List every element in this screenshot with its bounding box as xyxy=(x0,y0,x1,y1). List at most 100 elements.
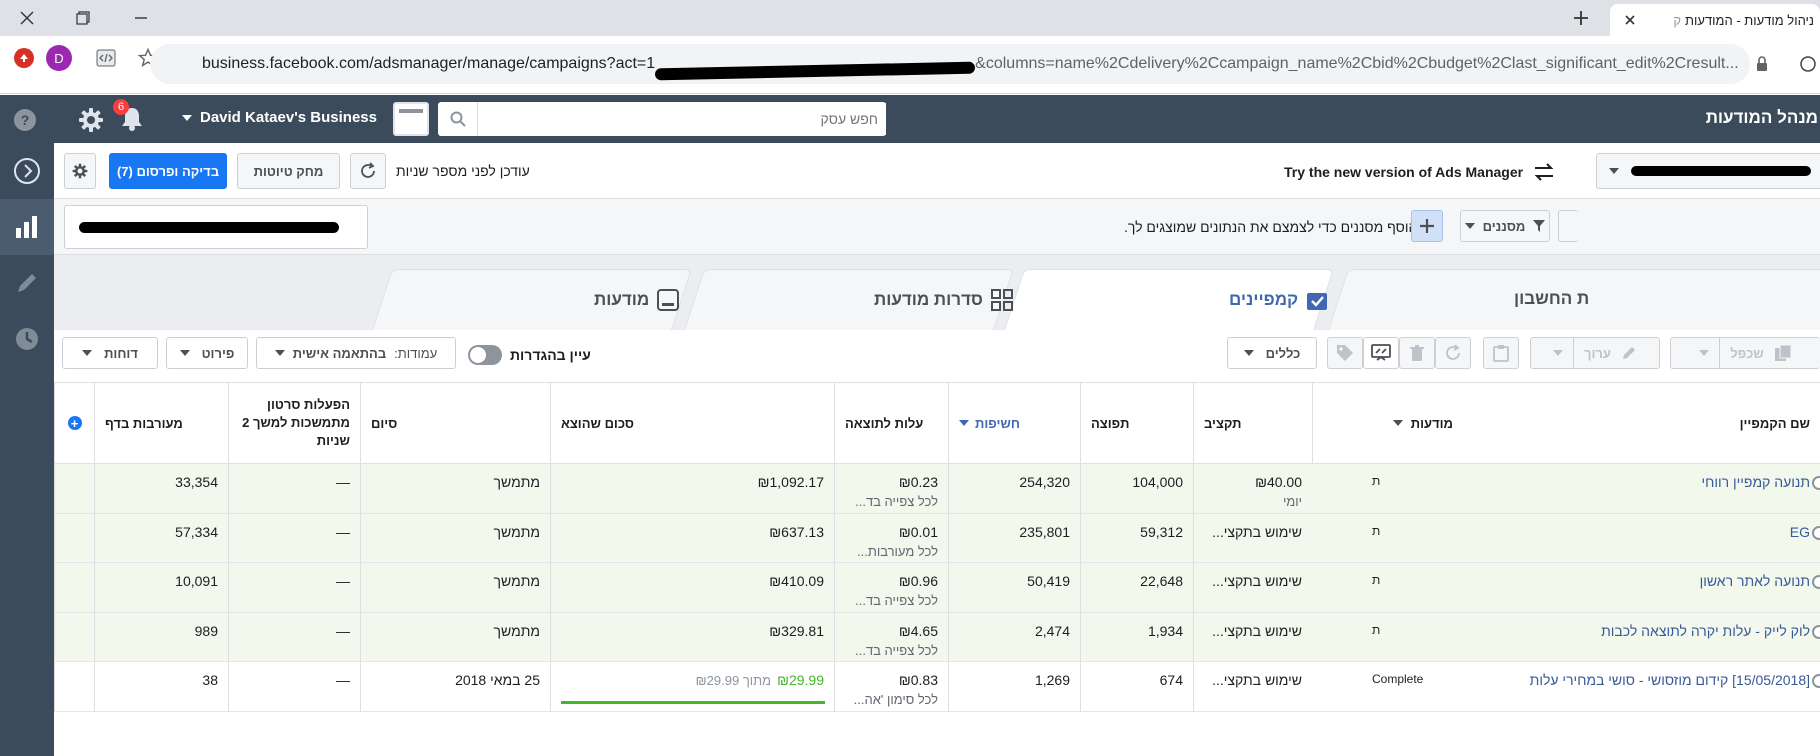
status-toggle-icon[interactable] xyxy=(1812,476,1820,490)
header-engagement[interactable]: מעורבות בדף xyxy=(94,382,228,464)
row-select-cell[interactable] xyxy=(54,612,94,662)
account-selector[interactable] xyxy=(1596,153,1820,189)
header-cost[interactable]: עלות לתוצאה xyxy=(834,382,948,464)
discard-drafts-button[interactable]: מחק טיוטות xyxy=(237,153,340,189)
cell-value: 104,000 xyxy=(1132,474,1183,490)
review-publish-button[interactable]: בדיקה ופרסום (7) xyxy=(109,153,227,189)
campaign-name-link[interactable]: EG xyxy=(1790,524,1810,540)
refresh-button[interactable] xyxy=(350,153,386,189)
ab-test-button[interactable] xyxy=(1363,337,1399,369)
paste-button[interactable] xyxy=(1483,337,1519,369)
new-tab-icon[interactable] xyxy=(1558,0,1604,36)
row-select-cell[interactable] xyxy=(54,662,94,712)
columns-dropdown[interactable]: עמודות: בהתאמה אישית xyxy=(256,337,456,369)
status-toggle-icon[interactable] xyxy=(1812,674,1820,688)
table-row[interactable]: 989 — מתמשך ₪329.81 ₪4.65 לכל צפייה בד... 2,47… xyxy=(54,612,1820,663)
campaign-name-link[interactable]: תנועה קמפיין רווחי xyxy=(1702,474,1811,490)
tab-campaigns[interactable]: קמפיינים xyxy=(1229,289,1328,311)
row-select-cell[interactable] xyxy=(54,563,94,613)
gear-icon[interactable] xyxy=(78,107,104,133)
profile-avatar[interactable]: D xyxy=(46,45,72,71)
revert-button[interactable] xyxy=(1435,337,1471,369)
view-settings-toggle[interactable]: עיין בהגדרות xyxy=(468,345,591,365)
breakdown-dropdown[interactable]: פירוט xyxy=(166,337,248,369)
devtools-extension-icon[interactable] xyxy=(96,48,116,68)
cell-name[interactable]: EG xyxy=(1463,514,1820,564)
browser-tab[interactable]: ניהול מודעות - המודעות ק xyxy=(1610,4,1820,36)
tab-ads[interactable]: מודעות xyxy=(594,289,680,311)
cell-value: 33,354 xyxy=(175,474,218,490)
table-row[interactable]: 57,334 — מתמשך ₪637.13 ₪0.01 לכל מעורבות... 23… xyxy=(54,513,1820,564)
header-name[interactable]: שם הקמפיין xyxy=(1463,382,1820,464)
row-select-cell[interactable] xyxy=(54,464,94,514)
add-filter-button[interactable] xyxy=(1411,210,1443,242)
edit-pencil-icon[interactable] xyxy=(0,255,54,311)
date-range-picker[interactable] xyxy=(64,205,368,249)
reports-chart-icon[interactable] xyxy=(0,199,54,255)
business-avatar[interactable] xyxy=(393,102,429,136)
header-video[interactable]: הפעלות סרטון מתמשכות למשך 2 שניות xyxy=(228,382,360,464)
row-select-cell[interactable] xyxy=(54,513,94,563)
table-row[interactable]: 38 — 25 במאי 2018 ₪29.99 מתוך ₪29.99 ₪0.83 לכל… xyxy=(54,662,1820,712)
cell-subtext: לכל צפייה בד... xyxy=(855,494,938,509)
search-input[interactable] xyxy=(478,103,886,135)
reports-dropdown[interactable]: דוחות xyxy=(62,337,158,369)
browser-menu-icon[interactable] xyxy=(1798,54,1818,74)
address-bar[interactable]: business.facebook.com/adsmanager/manage/… xyxy=(150,44,1767,84)
tab-account-label: ת החשבון xyxy=(1514,289,1590,308)
cell-name[interactable]: תנועה קמפיין רווחי xyxy=(1463,464,1820,514)
cell-impressions: 254,320 xyxy=(948,464,1080,514)
rules-dropdown[interactable]: כללים xyxy=(1227,337,1317,369)
business-search[interactable] xyxy=(438,102,886,136)
ab-test-icon xyxy=(1371,344,1391,361)
business-selector[interactable]: David Kataev's Business xyxy=(182,109,377,126)
close-window-icon[interactable] xyxy=(4,0,50,36)
cell-value: 254,320 xyxy=(1019,474,1070,490)
minimize-window-icon[interactable] xyxy=(118,0,164,36)
close-tab-icon[interactable] xyxy=(1610,4,1650,36)
tab-campaigns-label: קמפיינים xyxy=(1229,290,1299,309)
toggle-switch[interactable] xyxy=(468,345,502,365)
table-row[interactable]: 33,354 — מתמשך ₪1,092.17 ₪0.23 לכל צפייה בד..… xyxy=(54,464,1820,514)
header-reach[interactable]: תפוצה xyxy=(1080,382,1193,464)
status-toggle-icon[interactable] xyxy=(1812,525,1820,540)
tab-account[interactable]: ת החשבון xyxy=(1514,289,1589,309)
reports-label: דוחות xyxy=(104,345,138,361)
cell-value: שימוש בתקצי... xyxy=(1212,672,1302,688)
cell-name[interactable]: לוק לייק - עלות יקרה לתוצאה לכבות xyxy=(1463,613,1820,663)
campaign-name-link[interactable]: [15/05/2018] קידום מוזסושי - סושי במחירי… xyxy=(1530,672,1810,688)
cell-subtext: לכל מעורבות... xyxy=(857,543,938,559)
status-toggle-icon[interactable] xyxy=(1812,575,1820,589)
campaign-name-link[interactable]: תנועה לאתר ראשון xyxy=(1700,573,1810,589)
cell-name[interactable]: [15/05/2018] קידום מוזסושי - סושי במחירי… xyxy=(1463,662,1820,712)
add-column-icon[interactable]: + xyxy=(67,416,82,431)
header-budget[interactable]: תקציב xyxy=(1193,382,1312,464)
duplicate-button[interactable]: שכפל xyxy=(1670,337,1820,369)
new-version-link[interactable]: Try the new version of Ads Manager xyxy=(1284,162,1555,182)
search-icon[interactable] xyxy=(438,102,478,136)
history-clock-icon[interactable] xyxy=(0,311,54,367)
tab-adsets[interactable]: סדרות מודעות xyxy=(874,289,1013,311)
edit-button[interactable]: ערוך xyxy=(1530,337,1660,369)
cell-value: ₪329.81 xyxy=(769,622,824,639)
tag-button[interactable] xyxy=(1327,337,1363,369)
header-impressions[interactable]: חשיפות xyxy=(948,382,1080,464)
campaign-name-link[interactable]: לוק לייק - עלות יקרה לתוצאה לכבות xyxy=(1601,623,1810,639)
help-icon[interactable]: ? xyxy=(14,109,36,131)
settings-gear-button[interactable] xyxy=(64,153,96,189)
rules-label: כללים xyxy=(1265,345,1301,361)
restore-window-icon[interactable] xyxy=(60,0,106,36)
cell-name[interactable]: תנועה לאתר ראשון xyxy=(1463,563,1820,613)
search-filter-button[interactable] xyxy=(1558,210,1578,242)
filters-dropdown[interactable]: מסננים xyxy=(1460,210,1550,242)
header-spent[interactable]: סכום שהוצא xyxy=(550,382,834,464)
status-toggle-icon[interactable] xyxy=(1812,624,1820,639)
header-delivery[interactable]: מודעות xyxy=(1312,382,1463,464)
new-version-text: Try the new version of Ads Manager xyxy=(1284,164,1524,180)
table-row[interactable]: 10,091 — מתמשך ₪410.09 ₪0.96 לכל צפייה בד... 5… xyxy=(54,563,1820,613)
extension-icon[interactable] xyxy=(14,48,34,68)
expand-nav-icon[interactable] xyxy=(0,143,54,199)
lock-icon[interactable] xyxy=(1756,56,1768,72)
delete-button[interactable] xyxy=(1399,337,1435,369)
header-ends[interactable]: סיום xyxy=(360,382,550,464)
